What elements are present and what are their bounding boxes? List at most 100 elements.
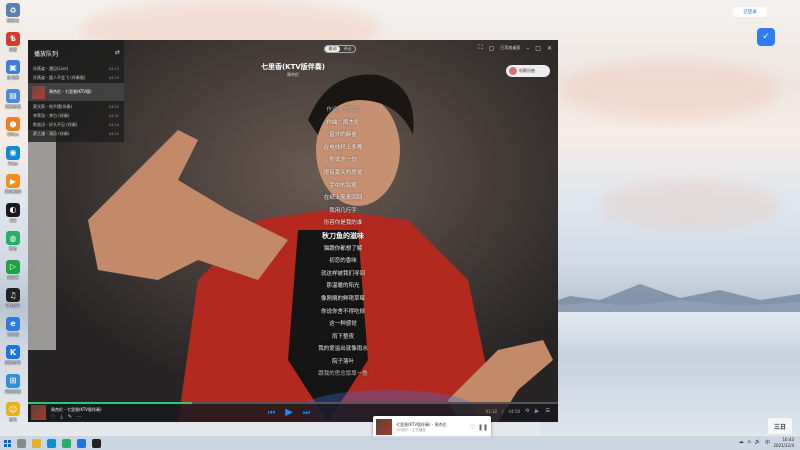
lyric-line[interactable]: 跟我的思念厚厚一叠 (278, 368, 408, 381)
recognize-song-pill[interactable]: 听歌识曲 (506, 65, 550, 77)
desktop-app-icon: ⬢ (6, 117, 20, 131)
avatar (509, 67, 517, 75)
lyric-line-active[interactable]: 秋刀鱼的滋味 (278, 230, 408, 243)
lyric-line[interactable]: 窗外的麻雀 (278, 129, 408, 142)
download-icon[interactable]: ⤓ (60, 414, 62, 420)
recognize-song-label: 听歌识曲 (519, 68, 535, 73)
edge-taskbar-icon[interactable] (47, 438, 56, 448)
mini-heart-icon[interactable]: ♡ (470, 424, 475, 431)
next-icon[interactable]: ⏭ (303, 408, 310, 418)
progress-bar[interactable] (28, 402, 558, 404)
heart-icon[interactable]: ♡ (51, 414, 55, 420)
search-icon[interactable] (17, 438, 26, 448)
lyrics-panel: 作词：方文山 作曲：周杰伦 窗外的麻雀 在电线杆上多嘴 你说这一句 很有夏天的感觉 手中的铅… (278, 104, 408, 381)
lyric-line[interactable]: 手中的铅笔 (278, 180, 408, 193)
queue-now-playing[interactable]: 周杰伦 - 七里香(KTV版) (28, 83, 124, 101)
desktop-icon[interactable]: ♫ QQ音乐 (2, 288, 24, 309)
desktop-icon[interactable]: ▶ 腾讯视频 (2, 174, 24, 195)
lyric-line[interactable]: 你说你舍不得吃掉 (278, 306, 408, 319)
start-button[interactable] (0, 436, 14, 450)
desktop-icon[interactable]: K 酷狗音乐 (2, 345, 24, 366)
lyrics-comments-toggle[interactable]: 歌词 评论 (324, 45, 356, 53)
lyric-line[interactable]: 在电线杆上多嘴 (278, 142, 408, 155)
kugou-taskbar-icon[interactable] (77, 438, 86, 448)
lyric-line[interactable]: 作曲：周杰伦 (278, 117, 408, 130)
desktop-icon[interactable]: ◍ 微信 (2, 231, 24, 252)
queue-item-title: 陈奕迅 - 好久不见 (伴奏) (33, 121, 78, 127)
queue-item-duration: 04:10 (108, 122, 119, 127)
desktop-icon[interactable]: ▷ 爱奇艺 (2, 259, 24, 281)
network-icon[interactable]: ⌂ (748, 439, 751, 446)
file-explorer-icon[interactable] (32, 438, 41, 448)
mini-pause-icon[interactable]: ❚❚ (478, 424, 488, 431)
lyric-line[interactable]: 雨下整夜 (278, 331, 408, 344)
previous-icon[interactable]: ⏮ (268, 408, 275, 418)
cloud-icon[interactable]: ☁ (739, 439, 744, 446)
lyric-line[interactable]: 很有夏天的感觉 (278, 167, 408, 180)
comment-icon[interactable]: ✎ (68, 414, 72, 420)
desktop-app-icon: ♻ (6, 3, 20, 17)
lyric-line[interactable]: 猫跟你都想了解 (278, 243, 408, 256)
wechat-taskbar-icon[interactable] (62, 438, 71, 448)
minimize-icon[interactable]: – (526, 45, 529, 52)
desktop-icon[interactable]: ☺ 音乐 (2, 402, 24, 423)
desktop-icon[interactable]: ѣ 迅雷 (2, 31, 24, 53)
queue-item-duration: 04:52 (108, 104, 119, 109)
desktop-icon[interactable]: ⬢ Office (2, 117, 24, 137)
desktop-lyric-icon[interactable]: ▢ (489, 45, 495, 52)
queue-item[interactable]: 薛之谦 - 演员 (伴奏) 04:21 (28, 129, 124, 138)
desktop-icon[interactable]: ◐ QQ (2, 202, 24, 223)
desktop-icon[interactable]: ♻ 回收站 (2, 3, 24, 24)
loop-icon[interactable]: ⟲ (525, 408, 529, 414)
lyric-line[interactable]: 形容你是我的谁 (278, 217, 408, 230)
speaker-icon[interactable]: 🔊 (755, 439, 761, 446)
window-controls: ⛶ ▢ 已添加桌面 – □ ✕ (478, 44, 552, 52)
queue-item[interactable]: 莫文蔚 - 他不懂(伴奏) 04:52 (28, 102, 124, 111)
fullscreen-icon[interactable]: ⛶ (478, 44, 482, 52)
lyric-line[interactable]: 在纸上来来回回 (278, 192, 408, 205)
desktop-icon[interactable]: ▣ 此电脑 (2, 60, 24, 81)
desktop-icon-label: 此电脑 (7, 75, 19, 80)
close-icon[interactable]: ✕ (547, 45, 552, 52)
lyric-line[interactable]: 初恋的香味 (278, 255, 408, 268)
desktop-icon-label: 控制面板 (5, 103, 21, 109)
queue-item[interactable]: 陈奕迅 - 好久不见 (伴奏) 04:10 (28, 120, 124, 129)
lyric-line[interactable]: 我用几行字 (278, 205, 408, 218)
lyric-line[interactable]: 像刚摘的鲜艳草莓 (278, 293, 408, 306)
bottom-album-thumbnail[interactable] (31, 405, 46, 420)
song-artist[interactable]: 周杰伦 (28, 72, 558, 78)
queue-menu-icon[interactable]: ⇄ (115, 49, 120, 56)
kugou-floating-icon[interactable]: ✓ (757, 28, 775, 46)
window-ctrl-text[interactable]: 已添加桌面 (500, 45, 520, 51)
desktop-icon[interactable]: ▤ 控制面板 (2, 88, 24, 110)
queue-item[interactable]: 李荣浩 - 李白 (伴奏) 04:31 (28, 111, 124, 120)
ime-icon[interactable]: 中 (765, 439, 770, 446)
now-playing-title: 周杰伦 - 七里香(KTV版) (49, 89, 92, 94)
wallpaper-cloud (560, 60, 780, 120)
desktop-icon[interactable]: ⊞ 网络配置 (2, 373, 24, 395)
lyric-line[interactable]: 作词：方文山 (278, 104, 408, 117)
more-icon[interactable]: ⋯ (77, 414, 82, 420)
mini-player-popup[interactable]: 七里香(KTV版伴奏) - 周杰伦 QQ音乐 · 正在播放 ♡ ❚❚ (373, 416, 491, 438)
lyric-line[interactable]: 就这样被我们寻回 (278, 268, 408, 281)
lyric-line[interactable]: 我的爱溢出就像雨水 (278, 343, 408, 356)
desktop-icon-column: ♻ 回收站 ѣ 迅雷 ▣ 此电脑 ▤ 控制面板 ⬢ Office ◉ Edge ▶ 腾讯视频 ◐ QQ ◍ 微信 ▷… (0, 0, 28, 436)
music-taskbar-icon[interactable] (92, 438, 101, 448)
lyric-line[interactable]: 你说这一句 (278, 154, 408, 167)
desktop-icon[interactable]: ◉ Edge (2, 145, 24, 166)
play-icon[interactable]: ▶ (285, 407, 293, 418)
taskbar-clock[interactable]: 16:43 2021/12/4 (773, 437, 794, 449)
desktop-icon[interactable]: e 浏览器 (2, 316, 24, 338)
desktop-corner-widget[interactable]: 三日 (768, 418, 792, 434)
wallpaper-water (540, 305, 800, 435)
tab-lyrics[interactable]: 歌词 (325, 46, 340, 52)
volume-icon[interactable]: 🔈 (534, 408, 540, 414)
queue-item-duration: 04:21 (108, 131, 119, 136)
lyric-line[interactable]: 院子落叶 (278, 356, 408, 369)
top-status-pill[interactable]: 已登录 (733, 7, 767, 17)
playlist-icon[interactable]: ☰ (546, 408, 550, 414)
lyric-line[interactable]: 这一种感觉 (278, 318, 408, 331)
maximize-icon[interactable]: □ (535, 45, 541, 52)
tab-comments[interactable]: 评论 (340, 46, 355, 52)
lyric-line[interactable]: 那温暖的阳光 (278, 280, 408, 293)
